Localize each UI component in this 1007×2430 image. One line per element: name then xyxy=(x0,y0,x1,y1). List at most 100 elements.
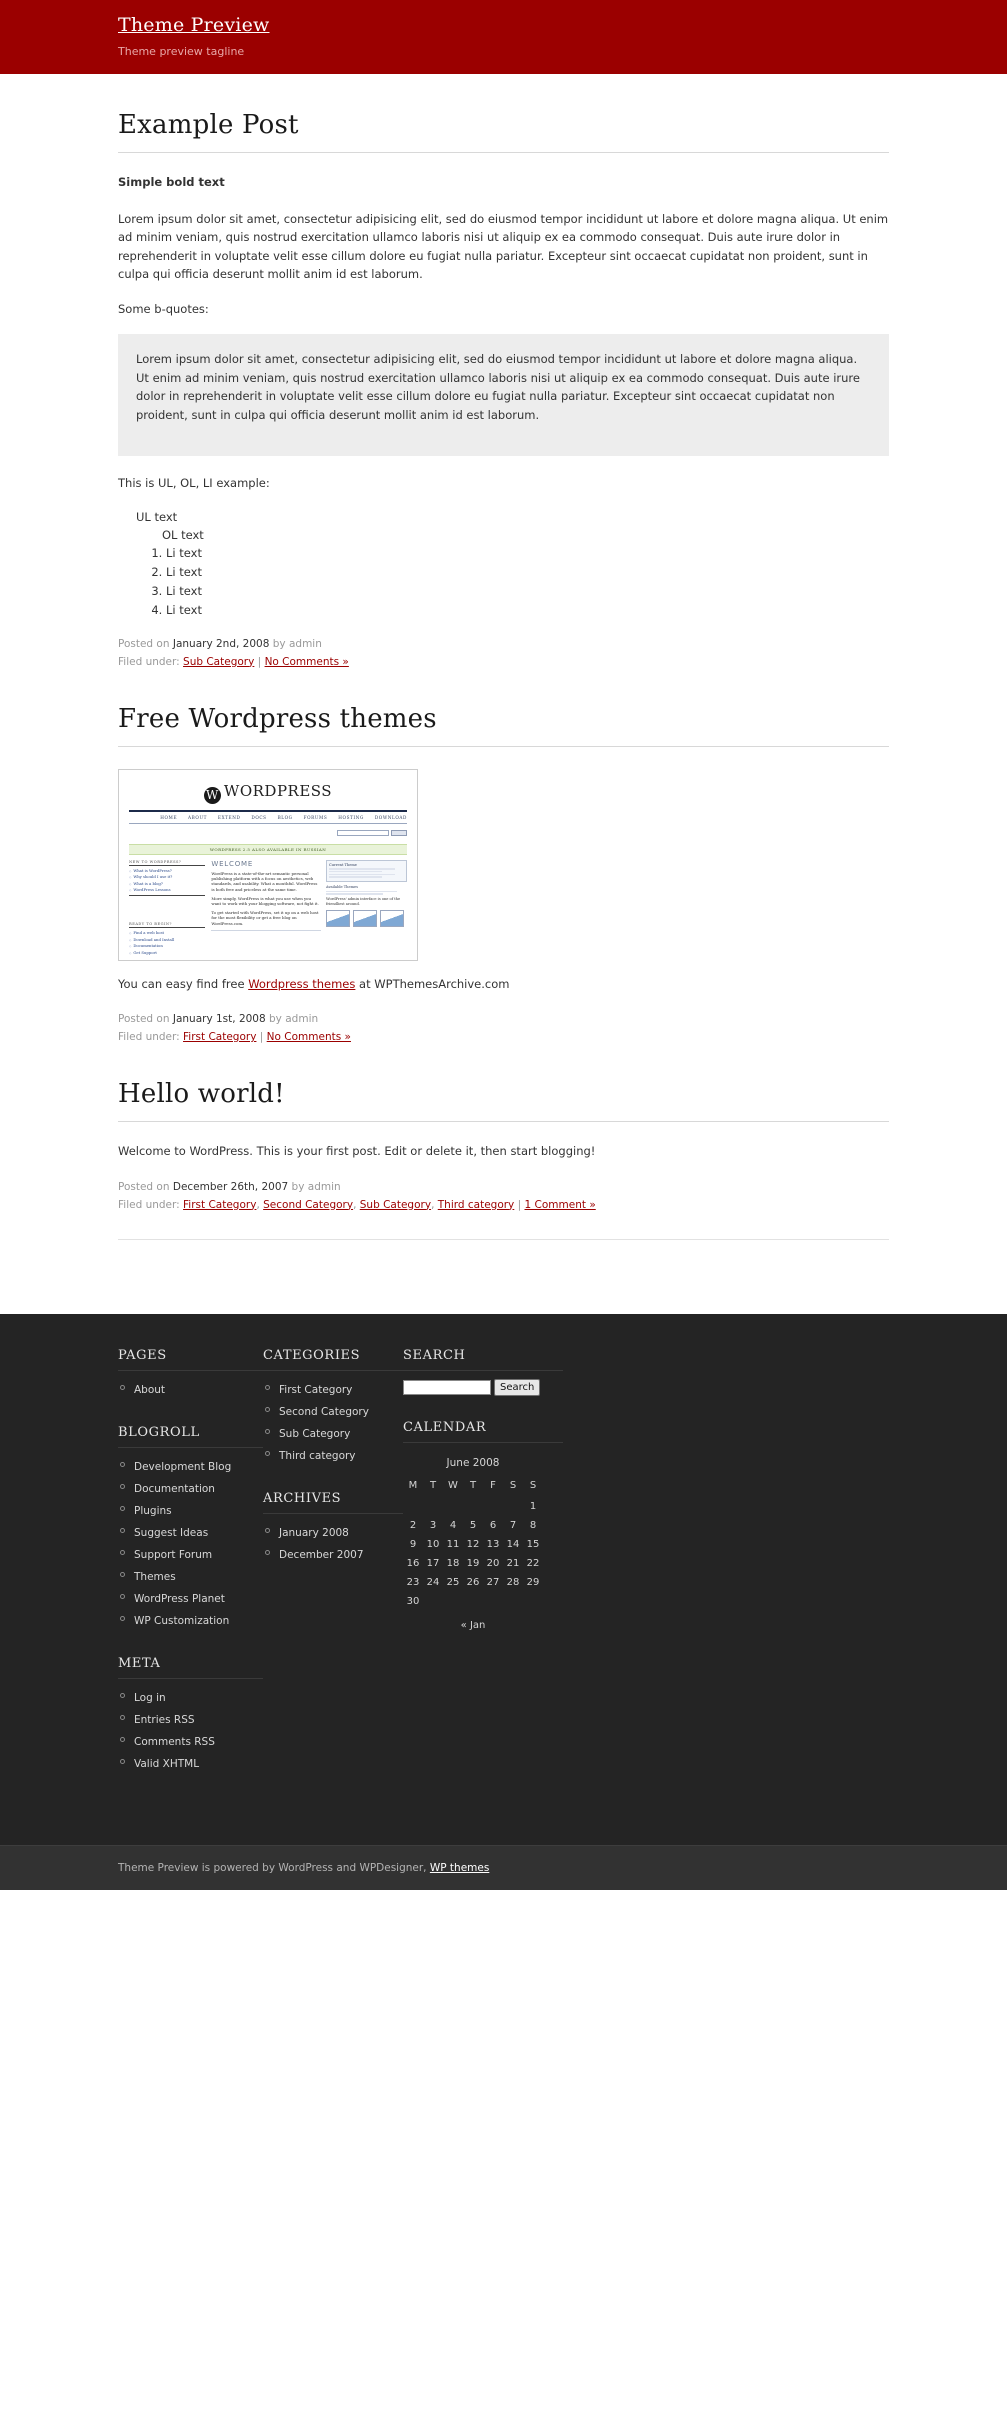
bullet-icon xyxy=(120,1714,125,1720)
calendar-nav-row: « Jan xyxy=(403,1611,543,1635)
list-item[interactable]: Comments RSS xyxy=(118,1731,263,1753)
wp-box1-link: Why should I use it? xyxy=(129,874,205,879)
blogroll-link[interactable]: Themes xyxy=(134,1571,176,1583)
calendar-body: 1 2 3 4 5 6 7 8 9 10 11 12 13 14 15 16 1… xyxy=(403,1497,543,1611)
wp-paragraph-1: WordPress is a state-of-the-art semantic… xyxy=(211,870,318,892)
post-meta: Posted on January 2nd, 2008 by admin Fil… xyxy=(118,636,889,670)
list-item[interactable]: Documentation xyxy=(118,1478,263,1500)
meta-separator: | xyxy=(517,1198,522,1211)
list-item[interactable]: Themes xyxy=(118,1566,263,1588)
nested-unordered-list: OL text xyxy=(162,527,889,543)
bullet-icon xyxy=(265,1450,270,1456)
wp-screenshot-caption: WordPress' admin interface is one of the… xyxy=(326,897,401,906)
calendar-day: 14 xyxy=(506,1538,520,1550)
category-link[interactable]: Second Category xyxy=(279,1406,369,1418)
blogroll-link[interactable]: Development Blog xyxy=(134,1461,231,1473)
filed-under-label: Filed under: xyxy=(118,1198,180,1211)
list-item[interactable]: WP Customization xyxy=(118,1610,263,1632)
blogroll-link[interactable]: Suggest Ideas xyxy=(134,1527,208,1539)
meta-link[interactable]: Valid XHTML xyxy=(134,1758,199,1770)
category-link[interactable]: Third category xyxy=(279,1450,356,1462)
calendar-day xyxy=(503,1592,523,1611)
wordpress-themes-link[interactable]: Wordpress themes xyxy=(248,977,355,991)
list-item[interactable]: Valid XHTML xyxy=(118,1753,263,1775)
list-item[interactable]: Third category xyxy=(263,1445,403,1467)
meta-link[interactable]: Comments RSS xyxy=(134,1736,215,1748)
bullet-icon xyxy=(120,1593,125,1599)
comments-link[interactable]: 1 Comment » xyxy=(525,1199,596,1211)
list-item[interactable]: January 2008 xyxy=(263,1522,403,1544)
wp-current-theme-panel: Current Theme xyxy=(326,859,407,883)
post-meta-date-line: Posted on January 2nd, 2008 by admin xyxy=(118,636,889,652)
list-item[interactable]: Development Blog xyxy=(118,1456,263,1478)
archive-link[interactable]: January 2008 xyxy=(279,1527,349,1539)
calendar-day: 4 xyxy=(449,1519,457,1531)
comma: , xyxy=(431,1198,435,1211)
widget-title-search: SEARCH xyxy=(403,1348,563,1371)
list-item[interactable]: Sub Category xyxy=(263,1423,403,1445)
wp-themes-credit-link[interactable]: WP themes xyxy=(430,1862,489,1874)
blogroll-link[interactable]: Documentation xyxy=(134,1483,215,1495)
list-item[interactable]: Support Forum xyxy=(118,1544,263,1566)
category-link[interactable]: Second Category xyxy=(263,1199,353,1211)
calendar-day: 1 xyxy=(529,1500,537,1512)
post-meta-filed-line: Filed under: First Category, Second Cate… xyxy=(118,1197,889,1213)
list-item[interactable]: December 2007 xyxy=(263,1544,403,1566)
calendar-day: 25 xyxy=(446,1576,460,1588)
list-item[interactable]: Plugins xyxy=(118,1500,263,1522)
comments-link[interactable]: No Comments » xyxy=(267,1031,351,1043)
calendar-day: 7 xyxy=(509,1519,517,1531)
category-link[interactable]: First Category xyxy=(183,1031,256,1043)
calendar-day: 3 xyxy=(429,1519,437,1531)
category-link[interactable]: Sub Category xyxy=(279,1428,350,1440)
calendar-day: 22 xyxy=(526,1557,540,1569)
weekday-header: T xyxy=(469,1479,477,1491)
blogroll-link[interactable]: WordPress Planet xyxy=(134,1593,225,1605)
meta-link[interactable]: Entries RSS xyxy=(134,1714,195,1726)
list-item[interactable]: About xyxy=(118,1379,263,1401)
posted-on-label: Posted on xyxy=(118,637,170,650)
archive-link[interactable]: December 2007 xyxy=(279,1549,364,1561)
header-inner: Theme Preview Theme preview tagline xyxy=(0,0,1007,58)
calendar-head: M T W T F S S xyxy=(403,1477,543,1497)
credit-text: Theme Preview is powered by WordPress an… xyxy=(118,1861,430,1874)
list-item[interactable]: Suggest Ideas xyxy=(118,1522,263,1544)
post-meta: Posted on December 26th, 2007 by admin F… xyxy=(118,1179,889,1213)
list-item[interactable]: WordPress Planet xyxy=(118,1588,263,1610)
category-link[interactable]: Third category xyxy=(438,1199,515,1211)
calendar-day: 24 xyxy=(426,1576,440,1588)
widget-title-blogroll: BLOGROLL xyxy=(118,1425,263,1448)
blogroll-link[interactable]: Support Forum xyxy=(134,1549,212,1561)
by-label: by xyxy=(291,1180,305,1193)
list-item[interactable]: First Category xyxy=(263,1379,403,1401)
wp-box1-link: What is WordPress? xyxy=(129,868,205,873)
category-link[interactable]: First Category xyxy=(183,1199,256,1211)
list-item[interactable]: Entries RSS xyxy=(118,1709,263,1731)
list-item[interactable]: Second Category xyxy=(263,1401,403,1423)
calendar-day xyxy=(463,1497,483,1516)
category-link[interactable]: Sub Category xyxy=(360,1199,431,1211)
category-link[interactable]: Sub Category xyxy=(183,656,254,668)
calendar-day: 18 xyxy=(446,1557,460,1569)
by-label: by xyxy=(269,1013,282,1025)
search-button[interactable]: Search xyxy=(494,1378,541,1396)
bullet-icon xyxy=(120,1384,125,1390)
calendar-prev-link[interactable]: « Jan xyxy=(461,1620,486,1631)
bullet-icon xyxy=(120,1692,125,1698)
search-input[interactable] xyxy=(403,1379,491,1395)
list-item[interactable]: Log in xyxy=(118,1687,263,1709)
post2-caption: You can easy find free Wordpress themes … xyxy=(118,975,889,994)
pages-link[interactable]: About xyxy=(134,1384,165,1396)
meta-link[interactable]: Log in xyxy=(134,1692,166,1704)
blogroll-link[interactable]: WP Customization xyxy=(134,1615,229,1627)
calendar-prev-cell[interactable]: « Jan xyxy=(403,1611,543,1635)
credit-bar: Theme Preview is powered by WordPress an… xyxy=(0,1844,1007,1890)
calendar-day: 20 xyxy=(486,1557,500,1569)
blogroll-link[interactable]: Plugins xyxy=(134,1505,172,1517)
site-title-link[interactable]: Theme Preview xyxy=(118,14,269,36)
wp-thumbnail xyxy=(380,910,404,927)
widget-archives: ARCHIVES January 2008 December 2007 xyxy=(263,1491,403,1566)
comments-link[interactable]: No Comments » xyxy=(265,656,349,668)
category-link[interactable]: First Category xyxy=(279,1384,352,1396)
weekday-header: F xyxy=(490,1479,496,1491)
